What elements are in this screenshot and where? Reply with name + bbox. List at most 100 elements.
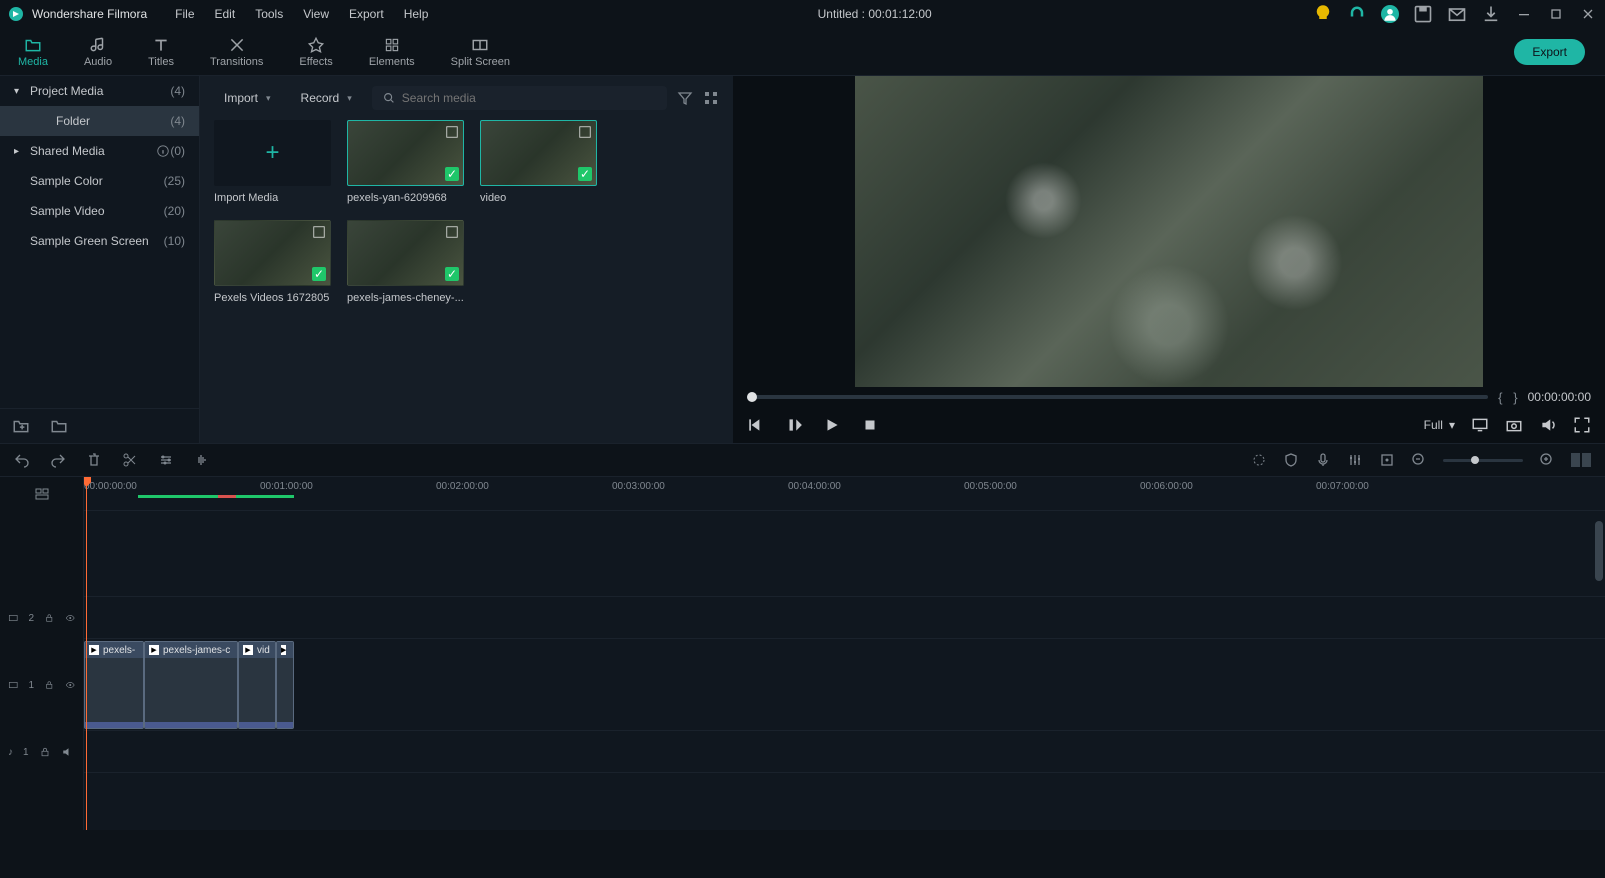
menu-file[interactable]: File xyxy=(167,3,202,25)
track-label: 1 xyxy=(28,680,34,691)
eye-icon[interactable] xyxy=(65,612,75,624)
zoom-in-icon[interactable] xyxy=(1539,452,1555,468)
media-item[interactable]: ✓Pexels Videos 1672805 xyxy=(214,220,331,304)
timeline-options-icon[interactable] xyxy=(34,486,50,502)
tab-titles[interactable]: Titles xyxy=(130,32,192,72)
menu-tools[interactable]: Tools xyxy=(247,3,291,25)
audio-mixer-icon[interactable] xyxy=(1347,452,1363,468)
close-button[interactable] xyxy=(1579,5,1597,23)
snapshot-icon[interactable] xyxy=(1505,416,1523,434)
search-box[interactable] xyxy=(372,86,667,110)
timeline-clip[interactable]: ▶pexels-james-c xyxy=(144,641,238,729)
timeline: 2 1 ♪ 1 00:00:00:0000:01:00:0000:02:00:0… xyxy=(0,477,1605,830)
import-dropdown[interactable]: Import ▾ xyxy=(214,87,281,109)
folder-icon[interactable] xyxy=(50,417,68,435)
ruler-mark: 00:03:00:00 xyxy=(612,481,665,492)
support-icon[interactable] xyxy=(1347,4,1367,24)
split-icon[interactable] xyxy=(122,452,138,468)
video-track-2[interactable] xyxy=(84,597,1605,639)
zoom-slider-handle[interactable] xyxy=(1471,456,1479,464)
video-track-icon xyxy=(8,612,18,624)
mail-icon[interactable] xyxy=(1447,4,1467,24)
timeline-body[interactable]: 00:00:00:0000:01:00:0000:02:00:0000:03:0… xyxy=(84,477,1605,830)
new-folder-icon[interactable] xyxy=(12,417,30,435)
media-item[interactable]: ✓pexels-yan-6209968 xyxy=(347,120,464,204)
media-sidebar: ▾Project Media(4)Folder(4)▸Shared Media(… xyxy=(0,76,200,443)
media-item[interactable]: +Import Media xyxy=(214,120,331,204)
lock-icon[interactable] xyxy=(39,746,51,758)
sidebar-item-sample-color[interactable]: Sample Color(25) xyxy=(0,166,199,196)
marker-brackets: { } xyxy=(1498,390,1518,405)
menu-edit[interactable]: Edit xyxy=(207,3,244,25)
tab-media[interactable]: Media xyxy=(0,32,66,72)
playback-quality-dropdown[interactable]: Full ▾ xyxy=(1424,418,1455,432)
prev-frame-button[interactable] xyxy=(747,416,765,434)
lightbulb-icon[interactable] xyxy=(1313,4,1333,24)
eye-icon[interactable] xyxy=(65,679,75,691)
sidebar-item-sample-green-screen[interactable]: Sample Green Screen(10) xyxy=(0,226,199,256)
tab-elements[interactable]: Elements xyxy=(351,32,433,72)
adjust-icon[interactable] xyxy=(158,452,174,468)
ruler-mark: 00:02:00:00 xyxy=(436,481,489,492)
tab-effects[interactable]: Effects xyxy=(281,32,350,72)
timeline-scrollbar[interactable] xyxy=(1595,521,1603,820)
document-title: Untitled : 00:01:12:00 xyxy=(436,7,1313,21)
sidebar-item-sample-video[interactable]: Sample Video(20) xyxy=(0,196,199,226)
timeline-view-toggle[interactable] xyxy=(1571,453,1591,467)
sidebar-item-project-media[interactable]: ▾Project Media(4) xyxy=(0,76,199,106)
render-icon[interactable] xyxy=(1251,452,1267,468)
zoom-out-icon[interactable] xyxy=(1411,452,1427,468)
panel-tabs: MediaAudioTitlesTransitionsEffectsElemen… xyxy=(0,28,1605,76)
filter-icon[interactable] xyxy=(677,90,693,106)
fullscreen-icon[interactable] xyxy=(1573,416,1591,434)
record-dropdown[interactable]: Record ▾ xyxy=(291,87,362,109)
sidebar-item-folder[interactable]: Folder(4) xyxy=(0,106,199,136)
menu-help[interactable]: Help xyxy=(396,3,437,25)
preview-video[interactable] xyxy=(855,76,1483,387)
app-name: Wondershare Filmora xyxy=(32,7,147,21)
menu-view[interactable]: View xyxy=(295,3,337,25)
audio-wave-icon[interactable] xyxy=(194,452,210,468)
main-menu: FileEditToolsViewExportHelp xyxy=(167,3,436,25)
display-icon[interactable] xyxy=(1471,416,1489,434)
volume-icon[interactable] xyxy=(1539,416,1557,434)
play-pause-button[interactable] xyxy=(785,416,803,434)
search-input[interactable] xyxy=(402,91,657,105)
marker-shield-icon[interactable] xyxy=(1283,452,1299,468)
maximize-button[interactable] xyxy=(1547,5,1565,23)
timeline-ruler[interactable]: 00:00:00:0000:01:00:0000:02:00:0000:03:0… xyxy=(84,477,1605,511)
export-button[interactable]: Export xyxy=(1514,39,1585,65)
lock-icon[interactable] xyxy=(44,679,54,691)
scrubber-handle[interactable] xyxy=(747,392,757,402)
redo-icon[interactable] xyxy=(50,452,66,468)
delete-icon[interactable] xyxy=(86,452,102,468)
undo-icon[interactable] xyxy=(14,452,30,468)
save-icon[interactable] xyxy=(1413,4,1433,24)
download-icon[interactable] xyxy=(1481,4,1501,24)
timeline-clip[interactable]: ▶pexels- xyxy=(84,641,144,729)
user-account-icon[interactable] xyxy=(1381,5,1399,23)
audio-track-1[interactable] xyxy=(84,731,1605,773)
sidebar-item-shared-media[interactable]: ▸Shared Media(0) xyxy=(0,136,199,166)
speaker-icon[interactable] xyxy=(61,746,73,758)
voice-over-icon[interactable] xyxy=(1315,452,1331,468)
zoom-slider[interactable] xyxy=(1443,459,1523,462)
timeline-clip[interactable]: ▶vid xyxy=(238,641,276,729)
video-track-1[interactable]: ▶pexels-▶pexels-james-c▶vid▶ xyxy=(84,639,1605,731)
playhead[interactable] xyxy=(86,477,87,830)
timeline-clip[interactable]: ▶ xyxy=(276,641,294,729)
keyframe-icon[interactable] xyxy=(1379,452,1395,468)
grid-view-icon[interactable] xyxy=(703,90,719,106)
play-button[interactable] xyxy=(823,416,841,434)
lock-icon[interactable] xyxy=(44,612,54,624)
search-icon xyxy=(382,91,396,105)
tab-audio[interactable]: Audio xyxy=(66,32,130,72)
stop-button[interactable] xyxy=(861,416,879,434)
tab-split-screen[interactable]: Split Screen xyxy=(433,32,528,72)
menu-export[interactable]: Export xyxy=(341,3,392,25)
minimize-button[interactable] xyxy=(1515,5,1533,23)
preview-scrubber[interactable] xyxy=(747,395,1488,399)
media-item[interactable]: ✓video xyxy=(480,120,597,204)
tab-transitions[interactable]: Transitions xyxy=(192,32,281,72)
media-item[interactable]: ✓pexels-james-cheney-... xyxy=(347,220,464,304)
